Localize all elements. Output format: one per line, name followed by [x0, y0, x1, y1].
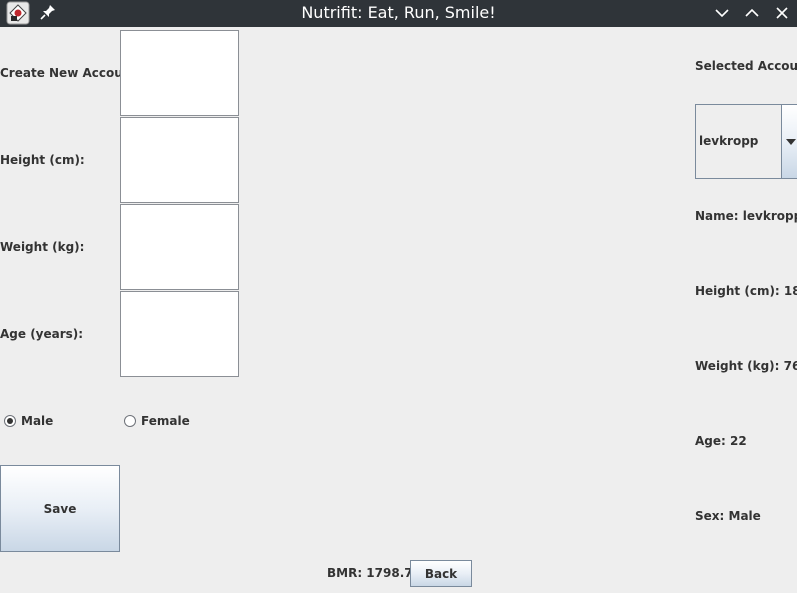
female-radio-label[interactable]: Female	[141, 414, 190, 428]
save-button[interactable]: Save	[0, 465, 120, 552]
account-name: Name: levkropp	[695, 209, 797, 223]
account-age: Age: 22	[695, 434, 747, 448]
radio-selected-dot	[7, 418, 13, 424]
window-title: Nutrifit: Eat, Run, Smile!	[301, 3, 496, 22]
height-field[interactable]	[120, 117, 239, 203]
account-sex: Sex: Male	[695, 509, 761, 523]
account-select[interactable]: levkropp	[695, 104, 797, 179]
account-weight: Weight (kg): 76	[695, 359, 797, 373]
chevron-down-icon[interactable]	[781, 105, 797, 178]
window-titlebar: Nutrifit: Eat, Run, Smile!	[0, 0, 797, 27]
account-select-value: levkropp	[699, 134, 759, 148]
maximize-icon[interactable]	[742, 3, 762, 23]
weight-label: Weight (kg):	[0, 240, 85, 254]
close-icon[interactable]	[772, 3, 792, 23]
create-account-label: Create New Account	[0, 66, 138, 80]
height-label: Height (cm):	[0, 153, 85, 167]
bmr-value: BMR: 1798.75	[327, 566, 421, 580]
weight-field[interactable]	[120, 204, 239, 290]
male-radio-label[interactable]: Male	[21, 414, 53, 428]
male-radio[interactable]	[4, 415, 16, 427]
selected-account-label: Selected Account	[695, 59, 797, 73]
minimize-icon[interactable]	[712, 3, 732, 23]
account-height: Height (cm): 183	[695, 284, 797, 298]
female-radio[interactable]	[124, 415, 136, 427]
age-label: Age (years):	[0, 327, 84, 341]
age-field[interactable]	[120, 291, 239, 377]
back-button[interactable]: Back	[410, 560, 472, 587]
username-field[interactable]	[120, 30, 239, 116]
